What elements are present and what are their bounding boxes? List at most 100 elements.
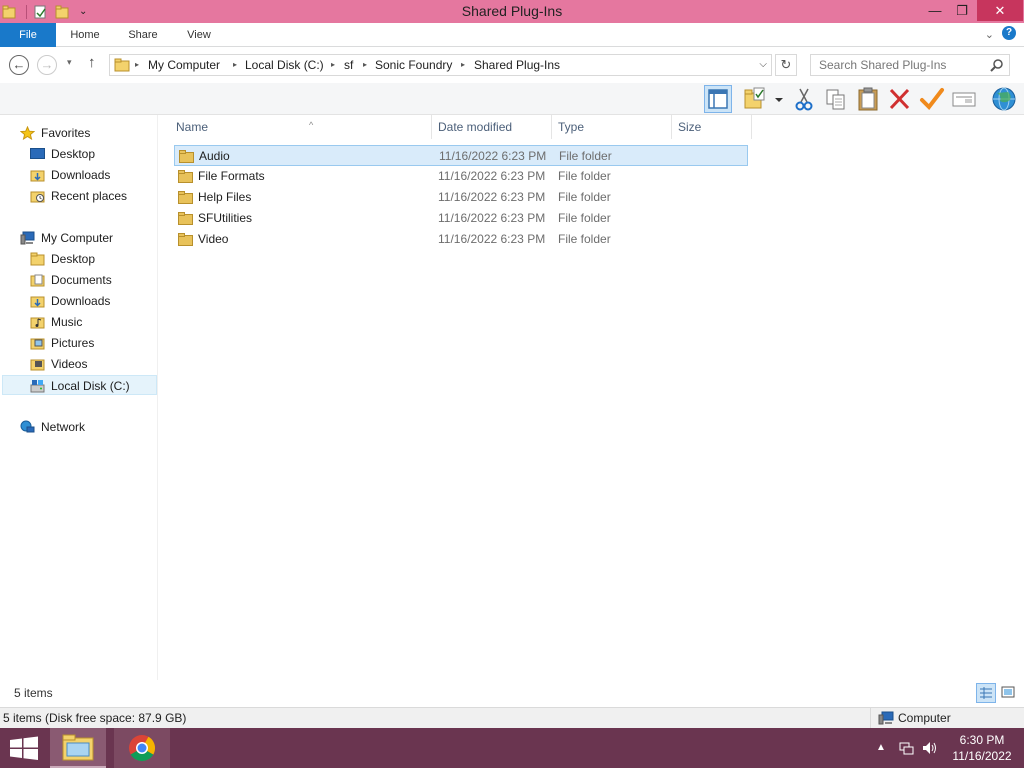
sidebar-item-label: My Computer xyxy=(41,231,114,245)
breadcrumb-separator[interactable]: ▸ xyxy=(331,55,335,75)
forward-button[interactable]: → xyxy=(37,55,57,75)
cut-button[interactable] xyxy=(790,85,818,113)
chrome-icon xyxy=(129,735,156,762)
file-name: Audio xyxy=(199,149,230,163)
folder-icon xyxy=(178,191,193,204)
delete-button[interactable] xyxy=(886,85,914,113)
breadcrumb-separator[interactable]: ▸ xyxy=(233,55,237,75)
properties-button[interactable] xyxy=(950,85,978,113)
up-button[interactable]: ↑ xyxy=(88,54,96,71)
window-title: Shared Plug-Ins xyxy=(461,3,563,19)
sidebar-item-downloads[interactable]: Downloads xyxy=(28,291,156,311)
sidebar-item-label: Recent places xyxy=(51,189,128,203)
folder-check-icon: ▾ xyxy=(744,87,781,109)
column-header-name[interactable]: Name ^ xyxy=(170,115,432,139)
rename-button[interactable] xyxy=(918,85,946,113)
file-type: File folder xyxy=(558,232,611,246)
move-to-dropdown[interactable] xyxy=(772,85,786,113)
sidebar-item-pictures[interactable]: Pictures xyxy=(28,333,156,353)
sidebar-item-network[interactable]: Network xyxy=(18,417,156,437)
sidebar-item-desktop[interactable]: Desktop xyxy=(28,249,156,269)
table-row[interactable]: SFUtilities 11/16/2022 6:23 PM File fold… xyxy=(174,208,748,229)
table-row[interactable]: Video 11/16/2022 6:23 PM File folder xyxy=(174,229,748,250)
help-icon[interactable]: ? xyxy=(1002,26,1016,40)
sidebar-item-downloads[interactable]: Downloads xyxy=(28,165,156,185)
zone-label: Computer xyxy=(898,711,951,725)
breadcrumb-sonic-foundry[interactable]: Sonic Foundry xyxy=(375,55,452,75)
breadcrumb-local-disk[interactable]: Local Disk (C:) xyxy=(245,55,324,75)
folder-icon xyxy=(30,252,45,266)
checkmark-icon xyxy=(920,88,944,111)
sidebar-item-videos[interactable]: Videos xyxy=(28,354,156,374)
file-type: File folder xyxy=(558,169,611,183)
clock[interactable]: 6:30 PM 11/16/2022 xyxy=(946,732,1018,764)
column-header-type[interactable]: Type xyxy=(552,115,672,139)
table-row[interactable]: File Formats 11/16/2022 6:23 PM File fol… xyxy=(174,166,748,187)
tab-view[interactable]: View xyxy=(176,23,222,47)
column-label: Date modified xyxy=(438,120,513,134)
search-box[interactable] xyxy=(810,54,1010,76)
large-icons-view-button[interactable] xyxy=(999,683,1019,703)
column-header-size[interactable]: Size xyxy=(672,115,752,139)
details-view-button[interactable] xyxy=(976,683,996,703)
paste-button[interactable] xyxy=(854,85,882,113)
recent-places-icon xyxy=(30,191,45,203)
move-to-button[interactable]: ▾ xyxy=(742,85,781,113)
refresh-button[interactable]: ↻ xyxy=(775,54,797,76)
taskbar-file-explorer[interactable] xyxy=(50,728,106,768)
start-button[interactable] xyxy=(0,728,48,768)
address-bar[interactable]: ▸ My Computer ▸ Local Disk (C:) ▸ sf ▸ S… xyxy=(109,54,772,76)
address-dropdown-icon[interactable]: ⌵ xyxy=(759,55,767,75)
back-button[interactable]: ← xyxy=(9,55,29,75)
sidebar-item-local-disk[interactable]: Local Disk (C:) xyxy=(2,375,157,395)
search-input[interactable] xyxy=(811,55,987,75)
preview-pane-button[interactable] xyxy=(704,85,732,113)
music-folder-icon xyxy=(30,317,45,329)
maximize-button[interactable]: ❐ xyxy=(946,0,978,21)
preview-pane-icon xyxy=(708,89,728,109)
search-icon[interactable] xyxy=(990,58,1004,72)
breadcrumb-my-computer[interactable]: My Computer xyxy=(148,55,220,75)
table-row[interactable]: Audio 11/16/2022 6:23 PM File folder xyxy=(174,145,748,166)
file-type: File folder xyxy=(558,211,611,225)
sidebar-item-label: Network xyxy=(41,420,86,434)
network-button[interactable] xyxy=(990,85,1018,113)
breadcrumb-shared-plug-ins[interactable]: Shared Plug-Ins xyxy=(474,55,560,75)
globe-icon xyxy=(992,87,1016,111)
file-list: Name ^ Date modified Type Size Audio 11/… xyxy=(158,115,1024,680)
column-label: Size xyxy=(678,120,702,134)
sidebar-item-documents[interactable]: Documents xyxy=(28,270,156,290)
taskbar-chrome[interactable] xyxy=(114,728,170,768)
sidebar-item-recent-places[interactable]: Recent places xyxy=(28,186,156,206)
sidebar-item-my-computer[interactable]: My Computer xyxy=(18,228,156,248)
close-button[interactable]: ✕ xyxy=(977,0,1023,21)
breadcrumb-sf[interactable]: sf xyxy=(344,55,353,75)
network-status-icon[interactable] xyxy=(898,740,914,756)
tab-share[interactable]: Share xyxy=(120,23,166,47)
file-name: File Formats xyxy=(198,169,265,183)
properties-icon xyxy=(952,92,976,107)
table-row[interactable]: Help Files 11/16/2022 6:23 PM File folde… xyxy=(174,187,748,208)
item-count: 5 items xyxy=(14,686,53,700)
pictures-folder-icon xyxy=(30,338,45,350)
show-hidden-icons-button[interactable]: ▲ xyxy=(876,742,886,753)
recent-locations-icon[interactable]: ▾ xyxy=(67,57,72,68)
sidebar-item-label: Favorites xyxy=(41,126,91,140)
sidebar-item-label: Local Disk (C:) xyxy=(51,379,130,393)
breadcrumb-separator[interactable]: ▸ xyxy=(363,55,367,75)
expand-ribbon-icon[interactable]: ⌄ xyxy=(985,28,994,41)
clock-date: 11/16/2022 xyxy=(952,749,1012,763)
desktop-icon xyxy=(30,148,45,159)
tab-home[interactable]: Home xyxy=(62,23,108,47)
breadcrumb-separator[interactable]: ▸ xyxy=(461,55,465,75)
breadcrumb-separator[interactable]: ▸ xyxy=(135,55,139,75)
sidebar-item-favorites[interactable]: Favorites xyxy=(18,123,156,143)
copy-button[interactable] xyxy=(822,85,850,113)
folder-icon xyxy=(178,170,193,183)
column-header-date[interactable]: Date modified xyxy=(432,115,552,139)
sidebar-item-desktop[interactable]: Desktop xyxy=(28,144,156,164)
sidebar-item-music[interactable]: Music xyxy=(28,312,156,332)
file-date: 11/16/2022 6:23 PM xyxy=(439,149,547,163)
tab-file[interactable]: File xyxy=(0,23,56,47)
volume-icon[interactable] xyxy=(921,740,937,756)
